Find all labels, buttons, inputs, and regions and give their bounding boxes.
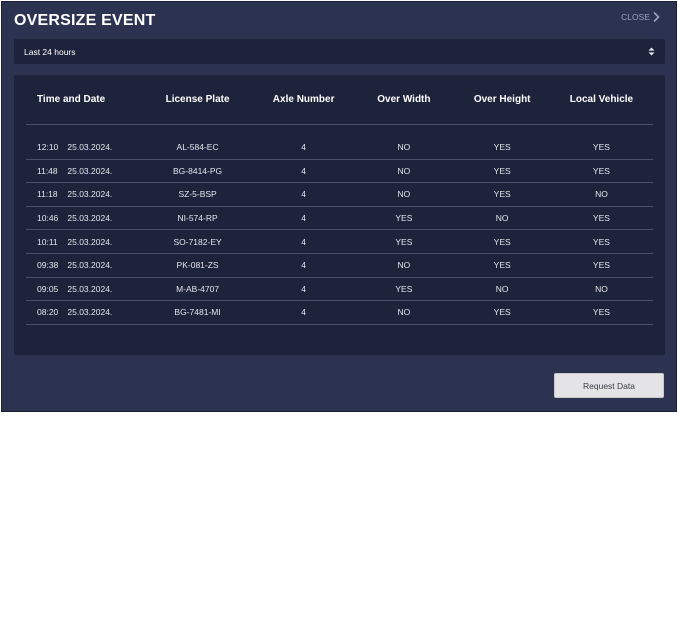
cell-time-date: 11:18 25.03.2024.	[26, 189, 141, 199]
cell-time-date: 11:48 25.03.2024.	[26, 166, 141, 176]
oversize-event-dialog: OVERSIZE EVENT CLOSE Last 24 hours Time …	[1, 1, 677, 412]
cell-axle-number: 4	[301, 165, 307, 176]
table-row: 09:38 25.03.2024. PK-081-ZS 4 NO YES YES	[26, 254, 653, 278]
event-date: 25.03.2024.	[67, 236, 113, 247]
cell-local-vehicle: YES	[592, 142, 610, 153]
event-date: 25.03.2024.	[67, 213, 113, 224]
event-time: 08:20	[37, 307, 59, 318]
cell-license-plate: NI-574-RP	[177, 213, 218, 224]
cell-over-height: NO	[495, 283, 509, 294]
cell-over-height: YES	[493, 260, 511, 271]
events-table: Time and Date License Plate Axle Number …	[26, 75, 653, 325]
event-date: 25.03.2024.	[67, 260, 113, 271]
column-header-local-vehicle: Local Vehicle	[569, 94, 634, 105]
cell-local-vehicle: NO	[595, 283, 608, 294]
cell-license-plate: BG-8414-PG	[173, 165, 223, 176]
table-body: 12:10 25.03.2024. AL-584-EC 4 NO YES YES 11:48…	[26, 136, 653, 325]
events-panel: Time and Date License Plate Axle Number …	[14, 75, 665, 355]
cell-local-vehicle: YES	[592, 165, 610, 176]
event-time: 11:18	[37, 189, 58, 200]
cell-over-width: NO	[397, 165, 411, 176]
cell-license-plate: SO-7182-EY	[173, 236, 222, 247]
cell-over-width: YES	[395, 236, 413, 247]
cell-license-plate: BG-7481-MI	[174, 307, 221, 318]
cell-over-height: YES	[493, 142, 511, 153]
time-range-select[interactable]: Last 24 hours	[14, 39, 665, 64]
column-header-over-width: Over Width	[377, 94, 431, 105]
cell-axle-number: 4	[301, 236, 307, 247]
cell-axle-number: 4	[301, 283, 307, 294]
table-row: 11:18 25.03.2024. SZ-5-BSP 4 NO YES NO	[26, 183, 653, 207]
cell-axle-number: 4	[301, 260, 307, 271]
table-spacer	[26, 125, 653, 136]
event-date: 25.03.2024.	[67, 307, 113, 318]
dialog-title: OVERSIZE EVENT	[14, 12, 156, 29]
column-header-license-plate: License Plate	[165, 94, 230, 105]
table-row: 10:46 25.03.2024. NI-574-RP 4 YES NO YES	[26, 207, 653, 231]
event-date: 25.03.2024.	[67, 165, 113, 176]
close-label: CLOSE	[621, 12, 650, 22]
cell-time-date: 10:46 25.03.2024.	[26, 213, 141, 223]
cell-over-height: NO	[495, 213, 509, 224]
cell-over-width: NO	[397, 307, 411, 318]
cell-axle-number: 4	[301, 189, 307, 200]
cell-over-width: NO	[397, 260, 411, 271]
cell-axle-number: 4	[301, 213, 307, 224]
event-time: 09:38	[37, 260, 59, 271]
chevron-right-icon	[653, 12, 660, 22]
cell-over-width: NO	[397, 189, 411, 200]
table-row: 09:05 25.03.2024. M-AB-4707 4 YES NO NO	[26, 278, 653, 302]
cell-local-vehicle: NO	[595, 189, 608, 200]
event-time: 10:11	[37, 236, 58, 247]
cell-over-width: NO	[397, 142, 411, 153]
cell-over-height: YES	[493, 165, 511, 176]
time-range-value: Last 24 hours	[24, 46, 76, 57]
cell-time-date: 09:05 25.03.2024.	[26, 284, 141, 294]
cell-license-plate: M-AB-4707	[176, 283, 220, 294]
cell-axle-number: 4	[301, 142, 307, 153]
column-header-time-date: Time and Date	[37, 94, 106, 105]
cell-local-vehicle: YES	[592, 260, 610, 271]
event-time: 10:46	[37, 213, 59, 224]
cell-time-date: 08:20 25.03.2024.	[26, 307, 141, 317]
cell-axle-number: 4	[301, 307, 307, 318]
table-header-row: Time and Date License Plate Axle Number …	[26, 75, 653, 125]
event-time: 09:05	[37, 283, 59, 294]
event-date: 25.03.2024.	[67, 283, 113, 294]
event-time: 12:10	[37, 142, 59, 153]
request-data-button[interactable]: Request Data	[554, 373, 664, 398]
event-date: 25.03.2024.	[67, 189, 113, 200]
table-row: 12:10 25.03.2024. AL-584-EC 4 NO YES YES	[26, 136, 653, 160]
cell-license-plate: SZ-5-BSP	[178, 189, 217, 200]
table-row: 10:11 25.03.2024. SO-7182-EY 4 YES YES YES	[26, 230, 653, 254]
event-date: 25.03.2024.	[67, 142, 113, 153]
table-row: 08:20 25.03.2024. BG-7481-MI 4 NO YES YES	[26, 301, 653, 325]
cell-time-date: 09:38 25.03.2024.	[26, 260, 141, 270]
event-time: 11:48	[37, 165, 58, 176]
table-row: 11:48 25.03.2024. BG-8414-PG 4 NO YES YES	[26, 160, 653, 184]
cell-over-height: YES	[493, 189, 511, 200]
cell-local-vehicle: YES	[592, 213, 610, 224]
cell-license-plate: PK-081-ZS	[176, 260, 219, 271]
cell-over-height: YES	[493, 236, 511, 247]
column-header-axle-number: Axle Number	[272, 94, 335, 105]
cell-local-vehicle: YES	[592, 236, 610, 247]
column-header-over-height: Over Height	[473, 94, 531, 105]
sort-arrows-icon	[648, 47, 655, 56]
cell-over-width: YES	[395, 213, 413, 224]
cell-local-vehicle: YES	[592, 307, 610, 318]
cell-license-plate: AL-584-EC	[176, 142, 219, 153]
close-button[interactable]: CLOSE	[621, 12, 660, 22]
cell-over-height: YES	[493, 307, 511, 318]
cell-time-date: 12:10 25.03.2024.	[26, 142, 141, 152]
cell-time-date: 10:11 25.03.2024.	[26, 237, 141, 247]
cell-over-width: YES	[395, 283, 413, 294]
